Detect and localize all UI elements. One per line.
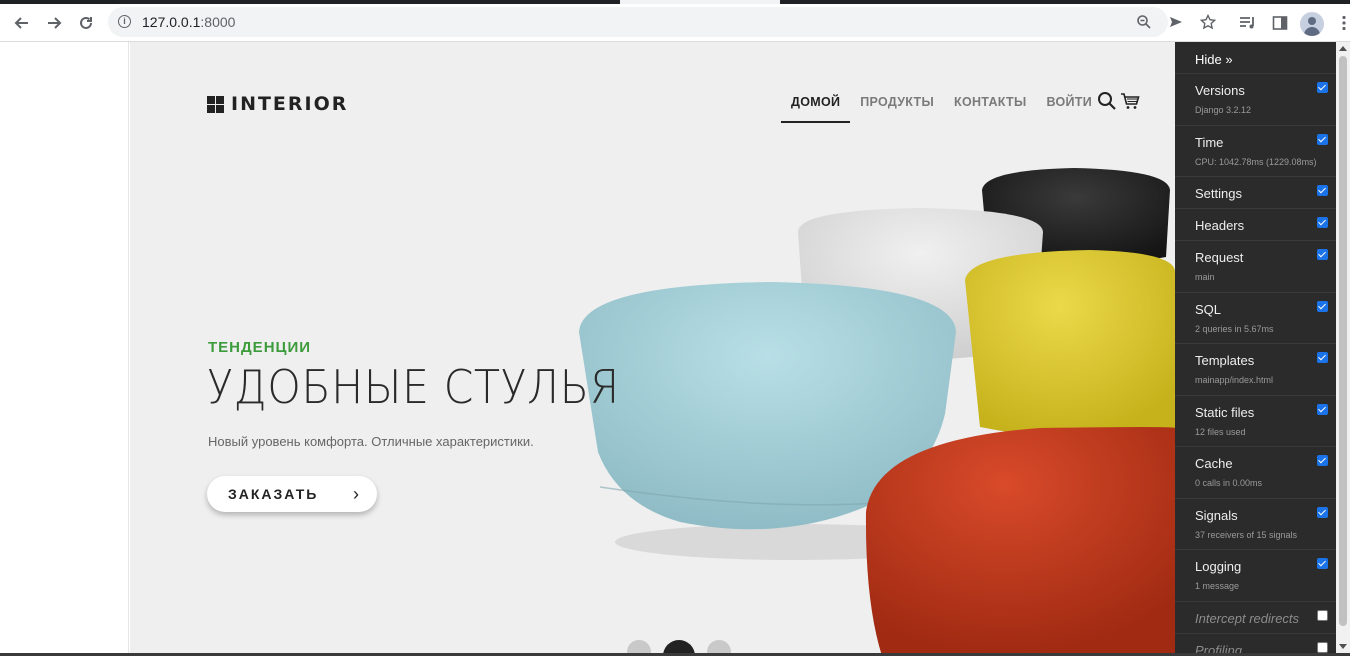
site-info-icon[interactable]: i [118,15,131,28]
zoom-icon[interactable] [1135,13,1153,31]
panel-subtitle: Django 3.2.12 [1195,105,1252,115]
bookmark-star-icon[interactable] [1199,13,1217,31]
cart-icon[interactable] [1120,91,1142,113]
panel-static-files[interactable]: Static files 12 files used [1175,396,1336,447]
url-host: 127.0.0.1 [142,14,201,30]
panel-checkbox[interactable] [1317,249,1328,260]
url-text[interactable]: 127.0.0.1:8000 [142,14,235,30]
side-panel-icon[interactable] [1270,13,1290,33]
panel-subtitle: main [1195,272,1215,282]
chevron-right-icon: › [353,484,359,504]
panel-headers[interactable]: Headers [1175,209,1336,241]
panel-sql[interactable]: SQL 2 queries in 5.67ms [1175,293,1336,344]
pouf-yellow [965,250,1175,440]
kebab-icon [1342,15,1346,31]
panel-title: Time [1195,134,1224,150]
panel-subtitle: 0 calls in 0.00ms [1195,478,1263,488]
pouf-red [865,427,1175,656]
panel-intercept-redirects[interactable]: Intercept redirects [1175,602,1336,634]
panel-checkbox[interactable] [1317,506,1328,518]
panel-subtitle: 37 receivers of 15 signals [1195,529,1298,540]
menu-item-login[interactable]: ВОЙТИ [1036,88,1102,121]
panel-cache[interactable]: Cache 0 calls in 0.00ms [1175,447,1336,499]
panel-checkbox[interactable] [1317,82,1328,93]
panel-settings[interactable]: Settings [1175,177,1336,209]
hero-subline: Новый уровень комфорта. Отличные характе… [208,434,534,449]
panel-checkbox[interactable] [1317,641,1328,653]
panel-versions[interactable]: Versions Django 3.2.12 [1175,74,1336,126]
side-panel-glyph-icon [1272,16,1288,30]
search-icon[interactable] [1097,91,1119,113]
star-icon [1200,14,1216,30]
panel-title: Signals [1195,507,1238,523]
main-menu: ДОМОЙ ПРОДУКТЫ КОНТАКТЫ ВОЙТИ [781,88,1102,123]
panel-title: Static files [1195,404,1255,420]
panel-title: Cache [1195,456,1233,471]
order-button[interactable]: ЗАКАЗАТЬ › [207,476,377,512]
reading-list-icon[interactable] [1238,13,1258,33]
send-icon [1170,17,1182,27]
panel-signals[interactable]: Signals 37 receivers of 15 signals [1175,499,1336,550]
browser-menu-icon[interactable] [1334,13,1350,33]
panel-time[interactable]: Time CPU: 1042.78ms (1229.08ms) [1175,126,1336,177]
page-viewport: INTERIOR ДОМОЙ ПРОДУКТЫ КОНТАКТЫ ВОЙТИ Т… [0,42,1350,656]
panel-subtitle: 1 message [1195,581,1240,591]
zoom-out-icon [1137,15,1151,29]
panel-checkbox[interactable] [1317,455,1328,466]
scroll-down-arrow-icon[interactable] [1339,644,1347,649]
panel-subtitle: CPU: 1042.78ms (1229.08ms) [1195,156,1317,167]
media-list-icon [1240,17,1254,29]
logo-grid-icon [207,95,224,113]
panel-title: Settings [1195,186,1242,201]
panel-request[interactable]: Request main [1175,241,1336,293]
panel-subtitle: mainapp/index.html [1195,375,1274,385]
left-gutter [0,42,129,656]
address-bar[interactable]: i 127.0.0.1:8000 [108,7,1216,37]
panel-title: Logging [1195,559,1242,574]
panel-checkbox[interactable] [1317,185,1328,196]
panel-checkbox[interactable] [1317,558,1328,569]
hero-eyebrow: ТЕНДЕНЦИИ [208,339,312,356]
panel-checkbox[interactable] [1317,403,1328,415]
menu-item-products[interactable]: ПРОДУКТЫ [850,88,944,121]
send-tab-icon[interactable] [1167,13,1185,31]
panel-title: Templates [1195,353,1255,368]
reload-icon [80,16,92,29]
panel-title: Versions [1195,83,1245,98]
profile-avatar[interactable] [1300,12,1324,36]
order-button-label: ЗАКАЗАТЬ [228,486,319,502]
panel-logging[interactable]: Logging 1 message [1175,550,1336,602]
site-logo[interactable]: INTERIOR [207,93,348,115]
panel-title: Intercept redirects [1195,610,1300,626]
page-scrollbar[interactable] [1336,42,1350,656]
back-button[interactable] [8,9,36,37]
panel-checkbox[interactable] [1317,133,1328,145]
debug-toolbar-hide[interactable]: Hide » [1175,42,1336,74]
panel-checkbox[interactable] [1317,300,1328,312]
menu-item-home[interactable]: ДОМОЙ [781,88,851,123]
hero-headline: УДОБНЫЕ СТУЛЬЯ [207,360,620,414]
arrow-right-icon [48,17,62,29]
debug-toolbar: Hide » Versions Django 3.2.12 Time CPU: … [1175,42,1336,656]
panel-title: Headers [1195,218,1245,233]
scroll-up-arrow-icon[interactable] [1339,46,1347,51]
hero-slider: INTERIOR ДОМОЙ ПРОДУКТЫ КОНТАКТЫ ВОЙТИ Т… [130,42,1175,656]
scroll-thumb[interactable] [1339,56,1347,626]
panel-checkbox[interactable] [1317,609,1328,621]
arrow-left-icon [14,17,28,29]
panel-checkbox[interactable] [1317,352,1328,363]
logo-text: INTERIOR [231,93,349,115]
menu-item-contacts[interactable]: КОНТАКТЫ [944,88,1036,121]
panel-subtitle: 2 queries in 5.67ms [1195,323,1274,334]
browser-toolbar: i 127.0.0.1:8000 [0,4,1350,42]
panel-templates[interactable]: Templates mainapp/index.html [1175,344,1336,396]
panel-checkbox[interactable] [1317,217,1328,228]
panel-title: SQL [1195,301,1222,317]
url-port: :8000 [200,14,236,30]
forward-button[interactable] [40,9,68,37]
panel-title: Request [1195,250,1244,265]
reload-button[interactable] [72,9,100,37]
panel-subtitle: 12 files used [1195,426,1246,437]
